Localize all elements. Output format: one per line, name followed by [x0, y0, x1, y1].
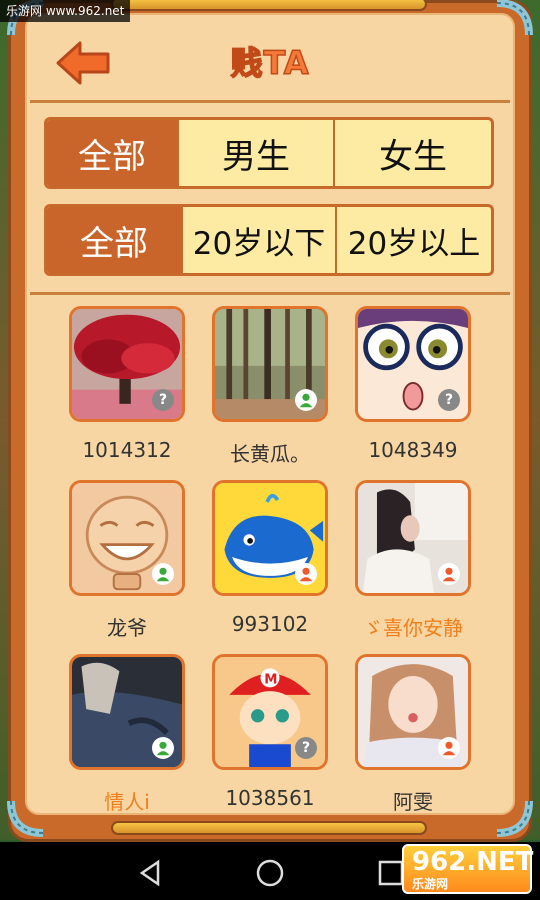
gender-female-icon: [438, 563, 460, 585]
user-name: 阿雯: [393, 790, 433, 814]
rope-corner-icon: [491, 0, 535, 41]
gender-male-icon: [152, 737, 174, 759]
avatar[interactable]: [69, 480, 185, 596]
rope-corner-icon: [491, 795, 535, 839]
avatar[interactable]: [355, 654, 471, 770]
divider: [30, 292, 510, 295]
user-card[interactable]: M ? 1038561: [211, 654, 329, 810]
page-title: 贱TA: [230, 43, 310, 83]
gender-unknown-icon: ?: [438, 389, 460, 411]
avatar[interactable]: [355, 480, 471, 596]
rope-corner-icon: [5, 795, 49, 839]
user-card[interactable]: 龙爷: [68, 480, 186, 641]
user-name: ゞ喜你安静: [363, 616, 463, 640]
user-card[interactable]: ? 1014312: [68, 306, 186, 462]
gender-filter-female[interactable]: 女生: [333, 120, 491, 186]
triangle-back-icon: [139, 859, 160, 887]
user-name: 993102: [231, 612, 309, 636]
age-filter-all[interactable]: 全部: [47, 207, 181, 273]
gender-filter: 全部 男生 女生: [44, 117, 494, 189]
user-name: 长黄瓜。: [230, 442, 310, 466]
top-ornament-bar: [111, 0, 427, 11]
divider: [30, 100, 510, 103]
avatar[interactable]: [212, 480, 328, 596]
watermark-top: 乐游网 www.962.net: [0, 0, 131, 22]
gender-male-icon: [152, 563, 174, 585]
user-name: 1038561: [225, 786, 315, 810]
gender-male-icon: [295, 389, 317, 411]
bottom-ornament-bar: [111, 821, 427, 835]
user-name: 龙爷: [107, 616, 147, 640]
avatar[interactable]: [212, 306, 328, 422]
watermark-sub-text: 乐游网: [412, 877, 449, 891]
nav-back-button[interactable]: [136, 858, 166, 888]
age-filter: 全部 20岁以下 20岁以上: [44, 204, 494, 276]
user-name: 1014312: [82, 438, 172, 462]
android-navigation-bar: 962.NET 乐游网: [0, 842, 540, 900]
age-filter-over-20[interactable]: 20岁以上: [335, 207, 491, 273]
user-card[interactable]: ゞ喜你安静: [354, 480, 472, 641]
gender-unknown-icon: ?: [295, 737, 317, 759]
avatar[interactable]: M ?: [212, 654, 328, 770]
avatar[interactable]: ?: [355, 306, 471, 422]
gender-filter-all[interactable]: 全部: [47, 120, 177, 186]
watermark-main-text: 962.NET: [412, 847, 534, 877]
nav-home-button[interactable]: [255, 858, 285, 888]
user-name: 情人i: [104, 790, 150, 814]
svg-text:M: M: [264, 673, 277, 688]
user-card[interactable]: 阿雯: [354, 654, 472, 815]
gender-unknown-icon: ?: [152, 389, 174, 411]
gender-female-icon: [295, 563, 317, 585]
age-filter-under-20[interactable]: 20岁以下: [181, 207, 335, 273]
user-card[interactable]: 993102: [211, 480, 329, 636]
gender-female-icon: [438, 737, 460, 759]
user-card[interactable]: 情人i: [68, 654, 186, 815]
user-name: 1048349: [368, 438, 458, 462]
user-card[interactable]: ? 1048349: [354, 306, 472, 462]
avatar[interactable]: [69, 654, 185, 770]
user-card[interactable]: 长黄瓜。: [211, 306, 329, 467]
avatar[interactable]: ?: [69, 306, 185, 422]
watermark-bottom: 962.NET 乐游网: [402, 844, 534, 894]
circle-home-icon: [256, 859, 284, 887]
gender-filter-male[interactable]: 男生: [177, 120, 333, 186]
